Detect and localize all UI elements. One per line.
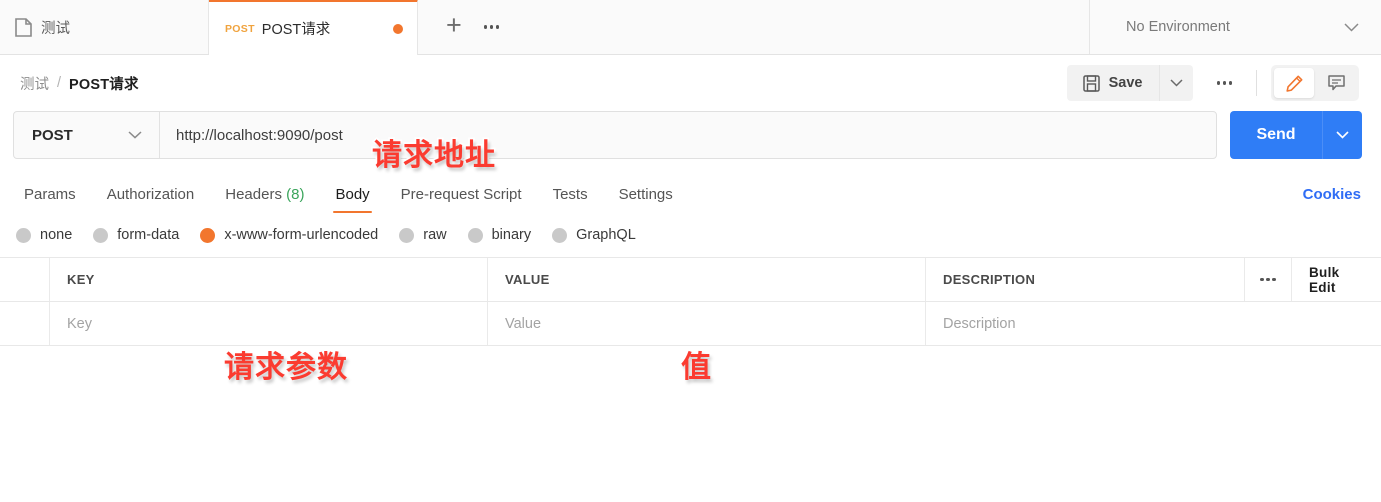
table-header-row: KEY VALUE DESCRIPTION Bulk Edit bbox=[0, 258, 1381, 302]
tab-body[interactable]: Body bbox=[325, 186, 379, 213]
tab-tests-label: Tests bbox=[552, 186, 588, 203]
tab-tests[interactable]: Tests bbox=[543, 186, 598, 213]
key-input[interactable]: Key bbox=[50, 302, 488, 345]
request-tabs: Params Authorization Headers (8) Body Pr… bbox=[0, 167, 1381, 213]
request-tab-title: POST请求 bbox=[261, 22, 331, 38]
annotation-value: 值 bbox=[679, 348, 712, 386]
request-tab-method: POST bbox=[225, 22, 255, 35]
tab-pre-request-script-label: Pre-request Script bbox=[400, 186, 522, 203]
body-type-graphql[interactable]: GraphQL bbox=[552, 227, 636, 243]
unsaved-changes-dot[interactable] bbox=[393, 23, 403, 34]
new-tab-button[interactable]: + bbox=[440, 12, 468, 39]
tab-pre-request-script[interactable]: Pre-request Script bbox=[391, 186, 532, 213]
send-button-group: Send bbox=[1230, 111, 1362, 159]
radio-binary-icon[interactable] bbox=[467, 227, 483, 243]
tab-authorization[interactable]: Authorization bbox=[97, 186, 205, 213]
tab-settings[interactable]: Settings bbox=[609, 186, 683, 213]
chevron-down-icon bbox=[1344, 22, 1359, 32]
toolbar-divider bbox=[1256, 70, 1257, 96]
request-tab-post[interactable]: POST POST请求 bbox=[209, 0, 418, 55]
body-type-binary[interactable]: binary bbox=[467, 227, 532, 243]
body-type-binary-label: binary bbox=[491, 227, 532, 243]
body-type-none-label: none bbox=[40, 227, 73, 243]
tab-bar-more-icon[interactable] bbox=[474, 17, 510, 37]
cookies-link[interactable]: Cookies bbox=[1303, 186, 1361, 213]
breadcrumb-row: 测试 / POST请求 Save bbox=[0, 55, 1381, 111]
send-options-button[interactable] bbox=[1322, 111, 1362, 159]
comment-icon bbox=[1327, 74, 1346, 92]
body-type-x-www-form-urlencoded-label: x-www-form-urlencoded bbox=[224, 227, 379, 243]
collection-tab-label: 测试 bbox=[41, 20, 70, 37]
save-button-label: Save bbox=[1108, 75, 1143, 91]
column-header-key: KEY bbox=[50, 258, 488, 301]
column-header-description: DESCRIPTION bbox=[926, 258, 1245, 301]
environment-selector-value: No Environment bbox=[1126, 19, 1230, 35]
body-type-none[interactable]: none bbox=[16, 227, 72, 243]
body-type-graphql-label: GraphQL bbox=[576, 227, 636, 243]
tab-params-label: Params bbox=[24, 186, 76, 203]
table-row[interactable]: Key Value Description bbox=[0, 302, 1381, 346]
url-input-value: http://localhost:9090/post bbox=[176, 126, 343, 144]
request-actions: Save bbox=[1066, 65, 1359, 101]
environment-selector[interactable]: No Environment bbox=[1090, 0, 1381, 54]
parameters-table: KEY VALUE DESCRIPTION Bulk Edit Key Valu… bbox=[0, 257, 1381, 346]
tab-headers[interactable]: Headers (8) bbox=[215, 186, 314, 213]
tab-settings-label: Settings bbox=[618, 186, 673, 203]
tab-params[interactable]: Params bbox=[14, 186, 86, 213]
select-all-checkbox-cell[interactable] bbox=[0, 258, 50, 301]
collection-tab[interactable]: 测试 bbox=[0, 0, 209, 54]
send-button[interactable]: Send bbox=[1230, 111, 1322, 159]
breadcrumb: 测试 / POST请求 bbox=[20, 73, 139, 94]
radio-graphql-icon[interactable] bbox=[552, 227, 568, 243]
column-header-value: VALUE bbox=[488, 258, 926, 301]
view-mode-toggle bbox=[1271, 65, 1359, 101]
chevron-down-icon bbox=[128, 131, 142, 139]
breadcrumb-parent[interactable]: 测试 bbox=[20, 73, 49, 94]
http-method-select[interactable]: POST bbox=[14, 112, 160, 158]
save-options-button[interactable] bbox=[1158, 65, 1193, 101]
breadcrumb-separator: / bbox=[57, 75, 62, 91]
body-type-form-data[interactable]: form-data bbox=[93, 227, 179, 243]
tab-headers-count: (8) bbox=[286, 186, 305, 203]
tab-body-label: Body bbox=[335, 186, 370, 203]
tab-bar-actions: + bbox=[418, 0, 1090, 54]
save-button-group: Save bbox=[1066, 65, 1193, 101]
three-dots-icon bbox=[1250, 270, 1286, 290]
body-type-x-www-form-urlencoded[interactable]: x-www-form-urlencoded bbox=[200, 227, 378, 243]
http-method-value: POST bbox=[32, 126, 73, 144]
table-options-button[interactable] bbox=[1245, 258, 1292, 301]
request-more-icon[interactable] bbox=[1207, 73, 1243, 93]
radio-form-data-icon[interactable] bbox=[93, 227, 109, 243]
annotation-request-params: 请求参数 bbox=[222, 348, 348, 386]
tab-headers-label: Headers bbox=[225, 186, 282, 203]
radio-raw-icon[interactable] bbox=[399, 227, 415, 243]
body-type-form-data-label: form-data bbox=[117, 227, 180, 243]
url-bar: POST http://localhost:9090/post bbox=[13, 111, 1217, 159]
description-input[interactable]: Description bbox=[926, 302, 1381, 345]
save-button[interactable]: Save bbox=[1066, 65, 1159, 101]
collection-document-icon bbox=[15, 17, 32, 37]
body-type-raw-label: raw bbox=[423, 227, 447, 243]
chevron-down-icon bbox=[1169, 79, 1183, 87]
radio-x-www-form-urlencoded-icon[interactable] bbox=[200, 227, 216, 243]
comment-button[interactable] bbox=[1316, 68, 1356, 98]
body-type-raw[interactable]: raw bbox=[399, 227, 447, 243]
pencil-icon bbox=[1285, 74, 1304, 93]
value-input[interactable]: Value bbox=[488, 302, 926, 345]
top-tab-bar: 测试 POST POST请求 + No Environment bbox=[0, 0, 1381, 55]
edit-mode-button[interactable] bbox=[1274, 68, 1314, 98]
radio-none-icon[interactable] bbox=[16, 227, 31, 243]
row-checkbox-cell[interactable] bbox=[0, 302, 50, 345]
tab-authorization-label: Authorization bbox=[106, 186, 195, 203]
url-input[interactable]: http://localhost:9090/post bbox=[160, 112, 1216, 158]
floppy-disk-icon bbox=[1082, 74, 1100, 92]
bulk-edit-button[interactable]: Bulk Edit bbox=[1292, 258, 1381, 301]
breadcrumb-current: POST请求 bbox=[69, 76, 139, 93]
body-type-options: none form-data x-www-form-urlencoded raw… bbox=[0, 213, 1381, 257]
chevron-down-icon bbox=[1336, 131, 1349, 139]
url-row: POST http://localhost:9090/post Send bbox=[0, 111, 1381, 167]
